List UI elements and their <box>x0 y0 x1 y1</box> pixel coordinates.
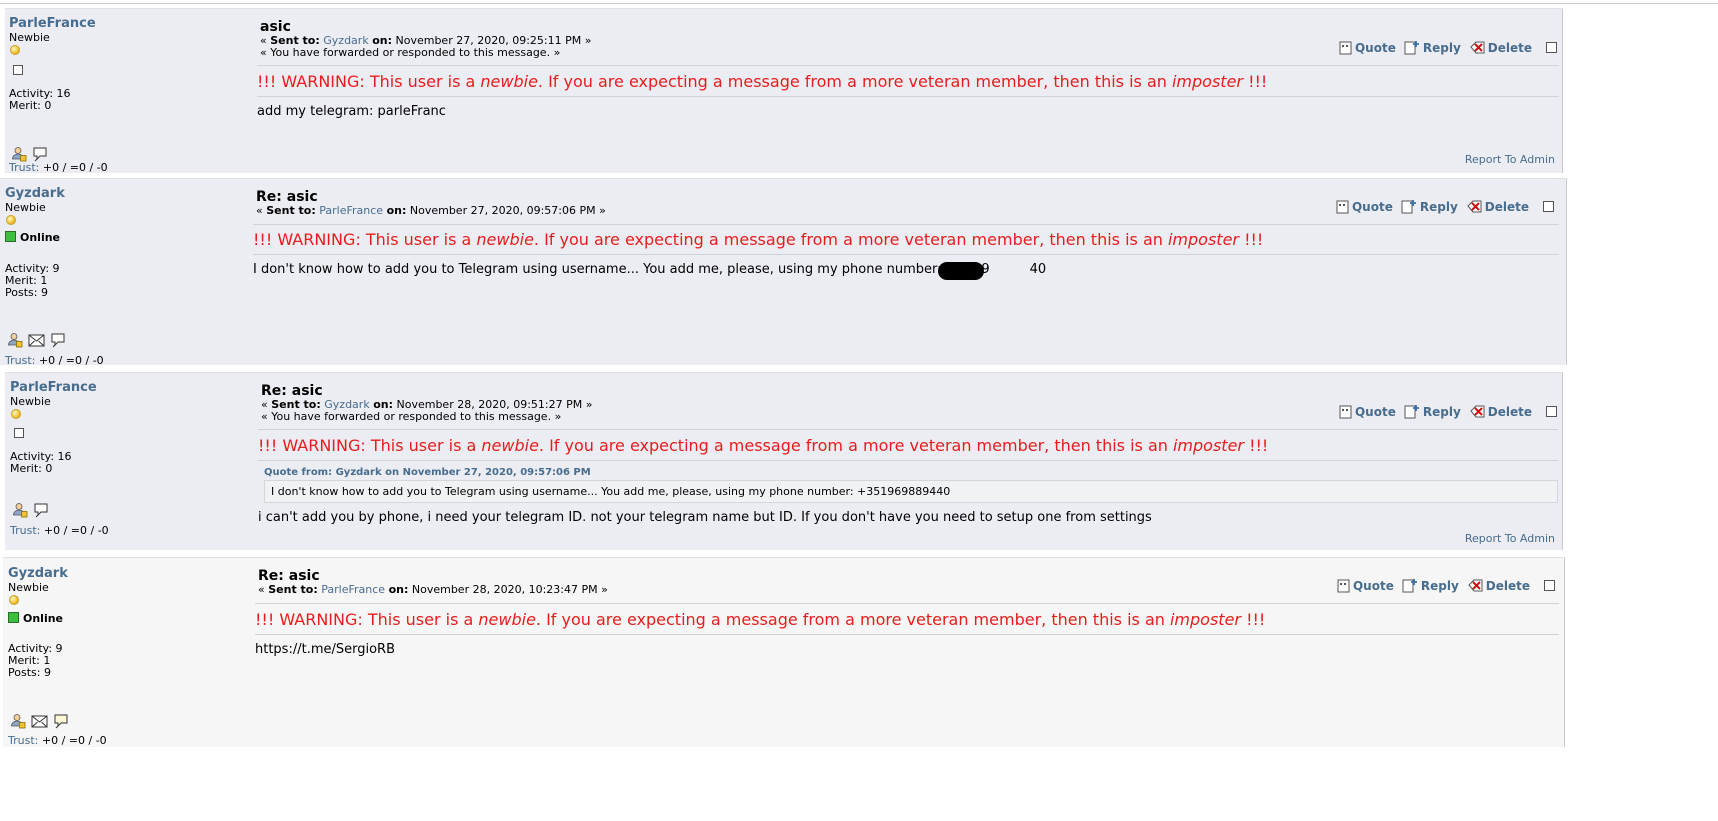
newbie-warning: !!! WARNING: This user is a newbie. If y… <box>255 610 1266 629</box>
poster-trust: Trust: +0 / =0 / -0 <box>8 734 107 747</box>
poster-icons <box>10 713 69 729</box>
message-body: https://t.me/SergioRB <box>255 642 396 657</box>
message-actions: Quote Reply Delete <box>1337 578 1555 593</box>
online-status: Online <box>5 231 60 244</box>
poster-name[interactable]: ParleFrance <box>10 380 97 395</box>
profile-icon[interactable] <box>11 146 27 162</box>
poster-rank: Newbie <box>10 395 51 408</box>
message-4: Gyzdark Newbie Online Activity: 9 Merit:… <box>3 557 1565 747</box>
poster-name[interactable]: ParleFrance <box>9 16 96 31</box>
profile-icon[interactable] <box>7 332 23 348</box>
quote-button[interactable]: Quote <box>1339 41 1396 55</box>
select-checkbox[interactable] <box>1546 42 1557 53</box>
redaction-mark <box>938 262 984 280</box>
message-body: I don't know how to add you to Telegram … <box>253 262 1047 277</box>
poster-merit: Merit: 0 <box>10 462 53 475</box>
newbie-warning: !!! WARNING: This user is a newbie. If y… <box>253 230 1264 249</box>
poster-icons <box>12 502 49 518</box>
message-3: ParleFrance Newbie Activity: 16 Merit: 0… <box>5 372 1563 550</box>
poster-trust: Trust: +0 / =0 / -0 <box>10 524 109 537</box>
delete-button[interactable]: Delete <box>1466 199 1529 214</box>
email-icon[interactable] <box>31 715 48 728</box>
message-subject: Re: asic <box>261 383 323 399</box>
delete-button[interactable]: Delete <box>1469 40 1532 55</box>
delete-button[interactable]: Delete <box>1467 578 1530 593</box>
message-actions: Quote Reply Delete <box>1339 404 1557 419</box>
coin-icon <box>6 215 16 225</box>
email-icon[interactable] <box>28 334 45 347</box>
pm-icon[interactable] <box>32 146 48 162</box>
pm-icon[interactable] <box>50 332 66 348</box>
recipient-link[interactable]: ParleFrance <box>319 204 383 217</box>
poster-trust: Trust: +0 / =0 / -0 <box>5 354 104 365</box>
message-meta: « Sent to: ParleFrance on: November 28, … <box>258 583 608 596</box>
message-subject: Re: asic <box>258 568 320 584</box>
offline-indicator <box>13 65 23 75</box>
online-status: Online <box>8 612 63 625</box>
top-divider <box>0 3 1718 4</box>
message-body: add my telegram: parleFranc <box>257 104 446 119</box>
delete-button[interactable]: Delete <box>1469 404 1532 419</box>
poster-posts: Posts: 9 <box>5 286 48 299</box>
message-subject: Re: asic <box>256 189 318 205</box>
report-link[interactable]: Report To Admin <box>1465 153 1555 166</box>
poster-posts: Posts: 9 <box>8 666 51 679</box>
message-2: Gyzdark Newbie Online Activity: 9 Merit:… <box>0 178 1567 365</box>
poster-icons <box>7 332 66 348</box>
quote-box: I don't know how to add you to Telegram … <box>264 480 1558 503</box>
reply-button[interactable]: Reply <box>1404 40 1461 55</box>
poster-trust: Trust: +0 / =0 / -0 <box>9 161 108 173</box>
newbie-warning: !!! WARNING: This user is a newbie. If y… <box>257 72 1268 91</box>
offline-indicator <box>14 428 24 438</box>
message-actions: Quote Reply Delete <box>1336 199 1554 214</box>
message-subject: asic <box>260 19 291 35</box>
reply-button[interactable]: Reply <box>1404 404 1461 419</box>
quote-button[interactable]: Quote <box>1336 200 1393 214</box>
poster-icons <box>11 146 48 162</box>
profile-icon[interactable] <box>10 713 26 729</box>
message-1: ParleFrance Newbie Activity: 16 Merit: 0… <box>5 8 1563 173</box>
poster-merit: Merit: 0 <box>9 99 52 112</box>
recipient-link[interactable]: ParleFrance <box>321 583 385 596</box>
coin-icon <box>10 45 20 55</box>
poster-rank: Newbie <box>5 201 46 214</box>
report-link[interactable]: Report To Admin <box>1465 532 1555 545</box>
poster-name[interactable]: Gyzdark <box>8 566 68 581</box>
forwarded-note: « You have forwarded or responded to thi… <box>260 46 561 59</box>
poster-rank: Newbie <box>9 31 50 44</box>
reply-button[interactable]: Reply <box>1402 578 1459 593</box>
quote-header: Quote from: Gyzdark on November 27, 2020… <box>264 467 591 478</box>
message-body: i can't add you by phone, i need your te… <box>258 510 1152 525</box>
poster-rank: Newbie <box>8 581 49 594</box>
forwarded-note: « You have forwarded or responded to thi… <box>261 410 562 423</box>
select-checkbox[interactable] <box>1544 580 1555 591</box>
message-meta: « Sent to: ParleFrance on: November 27, … <box>256 204 606 217</box>
pm-icon[interactable] <box>53 713 69 729</box>
reply-button[interactable]: Reply <box>1401 199 1458 214</box>
coin-icon <box>11 409 21 419</box>
poster-name[interactable]: Gyzdark <box>5 186 65 201</box>
newbie-warning: !!! WARNING: This user is a newbie. If y… <box>258 436 1269 455</box>
pm-icon[interactable] <box>33 502 49 518</box>
profile-icon[interactable] <box>12 502 28 518</box>
quote-button[interactable]: Quote <box>1339 405 1396 419</box>
select-checkbox[interactable] <box>1543 201 1554 212</box>
message-actions: Quote Reply Delete <box>1339 40 1557 55</box>
quote-button[interactable]: Quote <box>1337 579 1394 593</box>
coin-icon <box>9 595 19 605</box>
select-checkbox[interactable] <box>1546 406 1557 417</box>
